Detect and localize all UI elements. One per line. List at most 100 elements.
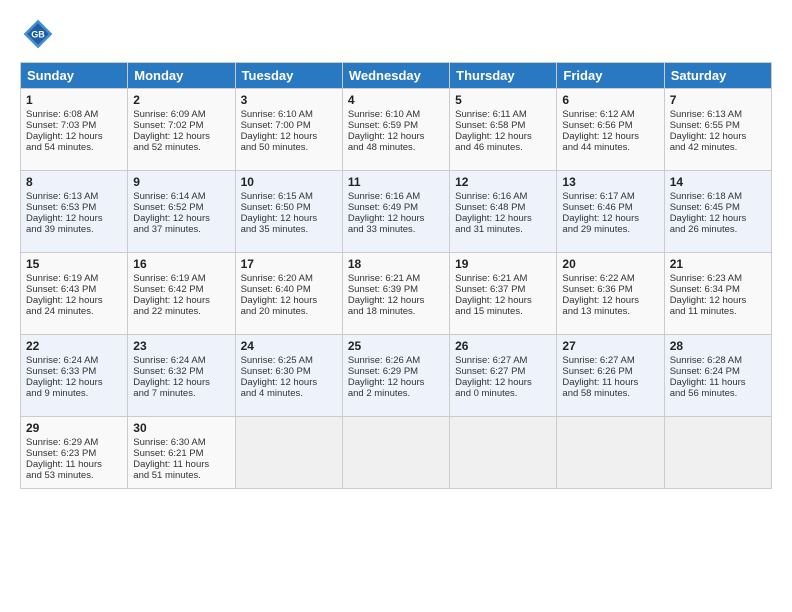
day-info: Sunrise: 6:09 AM: [133, 109, 229, 120]
day-info: Sunrise: 6:14 AM: [133, 191, 229, 202]
day-info: Sunrise: 6:15 AM: [241, 191, 337, 202]
calendar-cell: 8Sunrise: 6:13 AMSunset: 6:53 PMDaylight…: [21, 171, 128, 253]
day-info: and 39 minutes.: [26, 224, 122, 235]
day-info: Sunrise: 6:25 AM: [241, 355, 337, 366]
day-info: Sunset: 6:49 PM: [348, 202, 444, 213]
day-number: 7: [670, 93, 766, 107]
day-info: and 51 minutes.: [133, 470, 229, 481]
day-info: Sunrise: 6:30 AM: [133, 437, 229, 448]
day-info: and 56 minutes.: [670, 388, 766, 399]
day-info: and 44 minutes.: [562, 142, 658, 153]
calendar-cell: [342, 417, 449, 489]
day-info: and 26 minutes.: [670, 224, 766, 235]
calendar-cell: [557, 417, 664, 489]
day-info: Sunset: 6:37 PM: [455, 284, 551, 295]
weekday-header: Saturday: [664, 63, 771, 89]
day-info: and 15 minutes.: [455, 306, 551, 317]
day-info: Daylight: 12 hours: [670, 213, 766, 224]
weekday-header: Friday: [557, 63, 664, 89]
day-info: and 24 minutes.: [26, 306, 122, 317]
calendar-cell: 14Sunrise: 6:18 AMSunset: 6:45 PMDayligh…: [664, 171, 771, 253]
weekday-header: Sunday: [21, 63, 128, 89]
calendar-cell: 1Sunrise: 6:08 AMSunset: 7:03 PMDaylight…: [21, 89, 128, 171]
day-number: 4: [348, 93, 444, 107]
calendar-cell: 10Sunrise: 6:15 AMSunset: 6:50 PMDayligh…: [235, 171, 342, 253]
day-info: Daylight: 12 hours: [133, 213, 229, 224]
day-number: 21: [670, 257, 766, 271]
day-number: 19: [455, 257, 551, 271]
day-number: 9: [133, 175, 229, 189]
day-info: Daylight: 12 hours: [455, 213, 551, 224]
day-info: Sunset: 6:52 PM: [133, 202, 229, 213]
calendar-cell: 26Sunrise: 6:27 AMSunset: 6:27 PMDayligh…: [450, 335, 557, 417]
day-number: 5: [455, 93, 551, 107]
day-number: 29: [26, 421, 122, 435]
day-info: and 58 minutes.: [562, 388, 658, 399]
day-info: Sunrise: 6:16 AM: [348, 191, 444, 202]
day-info: Daylight: 11 hours: [562, 377, 658, 388]
header: GB: [20, 16, 772, 52]
day-info: Daylight: 12 hours: [133, 377, 229, 388]
day-info: Sunrise: 6:18 AM: [670, 191, 766, 202]
calendar-cell: 29Sunrise: 6:29 AMSunset: 6:23 PMDayligh…: [21, 417, 128, 489]
day-info: and 29 minutes.: [562, 224, 658, 235]
day-info: and 37 minutes.: [133, 224, 229, 235]
day-info: Sunrise: 6:24 AM: [133, 355, 229, 366]
day-info: and 11 minutes.: [670, 306, 766, 317]
day-info: Daylight: 12 hours: [562, 213, 658, 224]
day-info: Daylight: 12 hours: [348, 131, 444, 142]
day-info: Sunrise: 6:27 AM: [562, 355, 658, 366]
day-number: 26: [455, 339, 551, 353]
day-info: Sunset: 6:39 PM: [348, 284, 444, 295]
day-number: 25: [348, 339, 444, 353]
day-info: Daylight: 12 hours: [562, 131, 658, 142]
day-number: 18: [348, 257, 444, 271]
logo: GB: [20, 16, 60, 52]
day-number: 11: [348, 175, 444, 189]
day-info: Sunset: 6:34 PM: [670, 284, 766, 295]
calendar-cell: 13Sunrise: 6:17 AMSunset: 6:46 PMDayligh…: [557, 171, 664, 253]
day-info: and 22 minutes.: [133, 306, 229, 317]
day-info: Sunset: 6:42 PM: [133, 284, 229, 295]
day-number: 16: [133, 257, 229, 271]
day-info: Sunrise: 6:29 AM: [26, 437, 122, 448]
day-info: Daylight: 12 hours: [241, 295, 337, 306]
day-info: Sunset: 7:00 PM: [241, 120, 337, 131]
day-number: 22: [26, 339, 122, 353]
day-info: Daylight: 12 hours: [348, 213, 444, 224]
day-info: Sunset: 6:59 PM: [348, 120, 444, 131]
day-info: Daylight: 12 hours: [133, 295, 229, 306]
day-info: Sunset: 6:27 PM: [455, 366, 551, 377]
day-info: Sunset: 6:40 PM: [241, 284, 337, 295]
day-number: 3: [241, 93, 337, 107]
day-info: and 33 minutes.: [348, 224, 444, 235]
day-info: Sunset: 6:24 PM: [670, 366, 766, 377]
day-info: Sunrise: 6:17 AM: [562, 191, 658, 202]
day-info: Daylight: 12 hours: [26, 295, 122, 306]
day-info: Sunset: 6:30 PM: [241, 366, 337, 377]
calendar-cell: 3Sunrise: 6:10 AMSunset: 7:00 PMDaylight…: [235, 89, 342, 171]
day-number: 30: [133, 421, 229, 435]
day-info: and 2 minutes.: [348, 388, 444, 399]
day-info: and 31 minutes.: [455, 224, 551, 235]
day-info: Sunset: 6:46 PM: [562, 202, 658, 213]
day-info: and 50 minutes.: [241, 142, 337, 153]
day-number: 10: [241, 175, 337, 189]
day-info: Sunset: 6:33 PM: [26, 366, 122, 377]
calendar-cell: 4Sunrise: 6:10 AMSunset: 6:59 PMDaylight…: [342, 89, 449, 171]
day-info: Sunset: 6:26 PM: [562, 366, 658, 377]
calendar-cell: 19Sunrise: 6:21 AMSunset: 6:37 PMDayligh…: [450, 253, 557, 335]
calendar-cell: 2Sunrise: 6:09 AMSunset: 7:02 PMDaylight…: [128, 89, 235, 171]
calendar-cell: 11 Sunrise: 6:16 AMSunset: 6:49 PMDayligh…: [342, 171, 449, 253]
day-info: Sunrise: 6:12 AM: [562, 109, 658, 120]
day-info: Daylight: 12 hours: [26, 131, 122, 142]
day-info: Daylight: 11 hours: [670, 377, 766, 388]
day-info: Daylight: 12 hours: [241, 377, 337, 388]
day-info: and 0 minutes.: [455, 388, 551, 399]
calendar-cell: 20Sunrise: 6:22 AMSunset: 6:36 PMDayligh…: [557, 253, 664, 335]
day-info: Sunrise: 6:21 AM: [348, 273, 444, 284]
weekday-header: Thursday: [450, 63, 557, 89]
logo-icon: GB: [20, 16, 56, 52]
day-info: Daylight: 11 hours: [26, 459, 122, 470]
calendar-cell: 18Sunrise: 6:21 AMSunset: 6:39 PMDayligh…: [342, 253, 449, 335]
